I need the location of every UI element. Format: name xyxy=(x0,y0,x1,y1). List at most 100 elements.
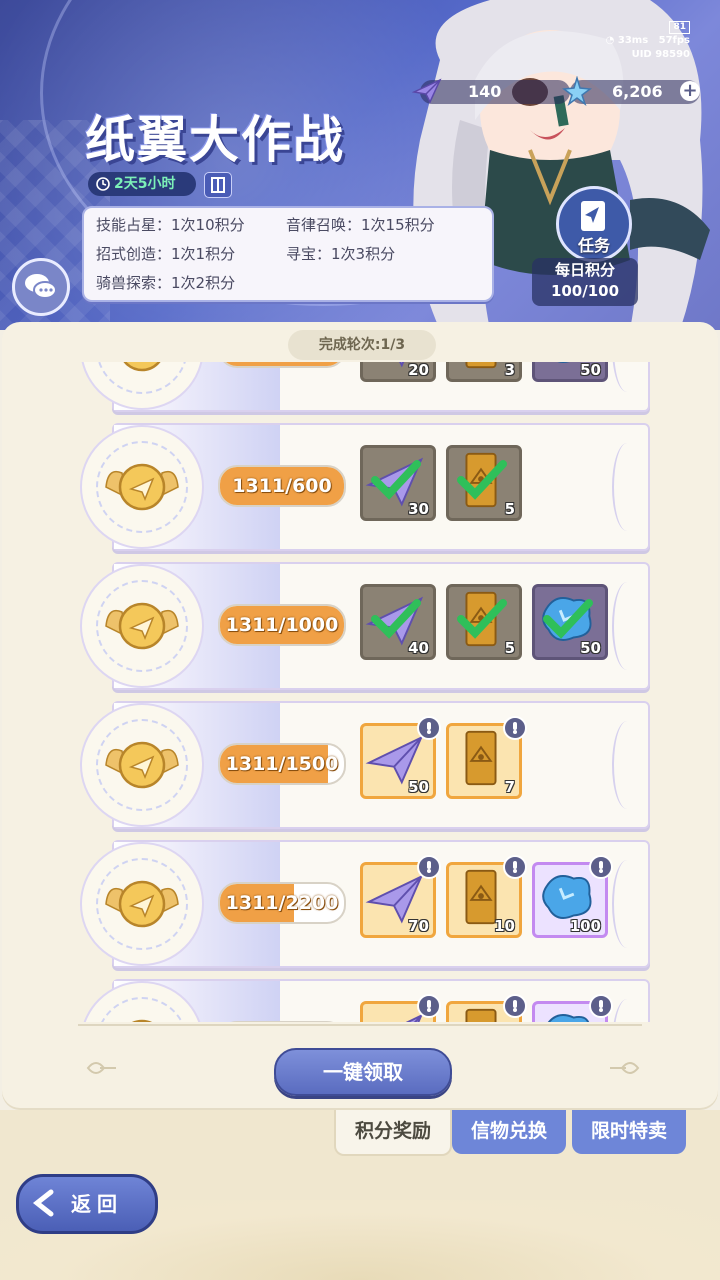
reward-item-card[interactable]: 7 xyxy=(446,716,527,799)
check-icon xyxy=(371,599,421,639)
chat-button[interactable] xyxy=(12,258,70,316)
scroll-divider xyxy=(78,1024,642,1026)
tier-medal xyxy=(80,362,204,410)
battery-indicator: 81 xyxy=(669,21,690,34)
tier-progress-bar: 1311/1500 xyxy=(218,743,346,785)
claim-all-button[interactable]: 一键领取 xyxy=(274,1048,452,1096)
ping-text: 33ms xyxy=(617,35,649,46)
gold-coin-icon xyxy=(105,880,179,928)
points-rules-box: 技能占星：1次10积分 音律召唤：1次15积分 招式创造：1次1积分 寻宝：1次… xyxy=(82,206,494,302)
reward-item-card[interactable]: 3 xyxy=(446,362,522,382)
check-icon xyxy=(543,599,593,639)
progress-label: 1311/1500 xyxy=(225,753,339,775)
reward-item-card[interactable] xyxy=(446,994,527,1022)
daily-points: 每日积分 100/100 xyxy=(532,258,638,306)
reward-item-plane[interactable]: 40 xyxy=(360,584,436,660)
reward-item-plane[interactable]: 20 xyxy=(360,362,436,382)
progress-label: 1311/2200 xyxy=(225,892,339,914)
lock-icon xyxy=(589,855,613,879)
reward-count: 10 xyxy=(494,917,515,935)
check-icon xyxy=(457,599,507,639)
tier-ornament xyxy=(612,999,642,1022)
reward-item-card[interactable]: 5 xyxy=(446,584,522,660)
progress-label: 1311/1000 xyxy=(225,614,339,636)
ornament-left xyxy=(86,1062,116,1074)
reward-item-plane[interactable]: 70 xyxy=(360,855,441,938)
tier-medal xyxy=(80,703,204,827)
reward-count: 100 xyxy=(569,917,601,935)
lock-icon xyxy=(503,716,527,740)
lock-icon xyxy=(417,855,441,879)
lock-icon xyxy=(503,855,527,879)
tier-medal xyxy=(80,425,204,549)
reward-count: 50 xyxy=(408,778,429,796)
event-title: 纸翼大作战 xyxy=(85,111,345,169)
tier-progress-bar: 1311/2200 xyxy=(218,882,346,924)
tier-medal xyxy=(80,564,204,688)
lock-icon xyxy=(417,994,441,1018)
reward-item-card[interactable]: 10 xyxy=(446,855,527,938)
tier-progress-bar: 1311/1000 xyxy=(218,604,346,646)
lock-icon xyxy=(589,994,613,1018)
rewards-panel: 完成轮次:1/3 20 3 50 1311/600 30 5 1311/1000 40 5 50 1… xyxy=(2,322,718,1110)
tier-medal xyxy=(80,842,204,966)
card-icon xyxy=(465,362,497,369)
book-icon xyxy=(211,177,225,193)
progress-label: 1311/600 xyxy=(232,475,332,497)
reward-count: 70 xyxy=(408,917,429,935)
reward-count: 50 xyxy=(580,639,601,657)
tier-ornament xyxy=(612,443,642,531)
gold-coin-icon xyxy=(123,362,161,372)
round-counter: 完成轮次:1/3 xyxy=(288,330,436,360)
task-label: 任务 xyxy=(577,236,610,255)
reward-item-gem[interactable]: 50 xyxy=(532,362,608,382)
tier-ornament xyxy=(612,721,642,809)
tab-token-exchange[interactable]: 信物兑换 xyxy=(452,1110,566,1154)
timer-text: 2天5小时 xyxy=(114,176,176,192)
reward-item-card[interactable]: 5 xyxy=(446,445,522,521)
tier-medal xyxy=(80,981,204,1022)
reward-count: 30 xyxy=(408,500,429,518)
rule-summon: 音律召唤：1次15积分 xyxy=(286,216,435,234)
airplane-count: 140 xyxy=(468,82,502,101)
gold-coin-icon xyxy=(105,602,179,650)
tier-progress-bar xyxy=(218,1021,346,1022)
reward-item-gem[interactable]: 100 xyxy=(532,855,613,938)
reward-count: 40 xyxy=(408,639,429,657)
reward-count: 7 xyxy=(504,778,515,796)
rules-book-button[interactable] xyxy=(204,172,232,198)
clock-icon xyxy=(96,177,110,191)
rule-astrology: 技能占星：1次10积分 xyxy=(96,216,245,234)
progress-fill xyxy=(220,362,344,366)
tier-list[interactable]: 20 3 50 1311/600 30 5 1311/1000 40 5 50 1311/1500 5… xyxy=(2,362,718,1022)
daily-points-label: 每日积分 xyxy=(554,261,615,279)
gold-coin-icon xyxy=(105,463,179,511)
tier-ornament xyxy=(612,860,642,948)
event-timer: 2天5小时 xyxy=(88,172,196,196)
add-currency-button[interactable]: + xyxy=(680,81,700,101)
reward-item-gem[interactable] xyxy=(532,994,613,1022)
reward-item-gem[interactable]: 50 xyxy=(532,584,608,660)
back-arrow-icon xyxy=(32,1189,54,1217)
reward-item-plane[interactable]: 50 xyxy=(360,716,441,799)
reward-count: 3 xyxy=(504,362,515,379)
check-icon xyxy=(371,460,421,500)
tier-ornament xyxy=(612,362,642,392)
chat-bubble-icon xyxy=(25,274,57,299)
tab-points-rewards[interactable]: 积分奖励 xyxy=(334,1110,452,1156)
rule-treasure: 寻宝：1次3积分 xyxy=(286,245,396,263)
star-count: 6,206 xyxy=(612,82,663,101)
reward-count: 5 xyxy=(504,500,515,518)
rule-create: 招式创造：1次1积分 xyxy=(96,245,236,263)
check-icon xyxy=(457,460,507,500)
reward-count: 50 xyxy=(580,362,601,379)
reward-item-plane[interactable] xyxy=(360,994,441,1022)
tab-limited-sale[interactable]: 限时特卖 xyxy=(572,1110,686,1154)
card-icon xyxy=(465,730,497,786)
status-bar: 81 ◔ 33ms 57fps UID 98590 xyxy=(606,20,690,62)
reward-item-plane[interactable]: 30 xyxy=(360,445,436,521)
lock-icon xyxy=(503,994,527,1018)
daily-points-value: 100/100 xyxy=(550,282,620,300)
reward-count: 20 xyxy=(408,362,429,379)
back-button[interactable]: 返回 xyxy=(16,1174,158,1234)
